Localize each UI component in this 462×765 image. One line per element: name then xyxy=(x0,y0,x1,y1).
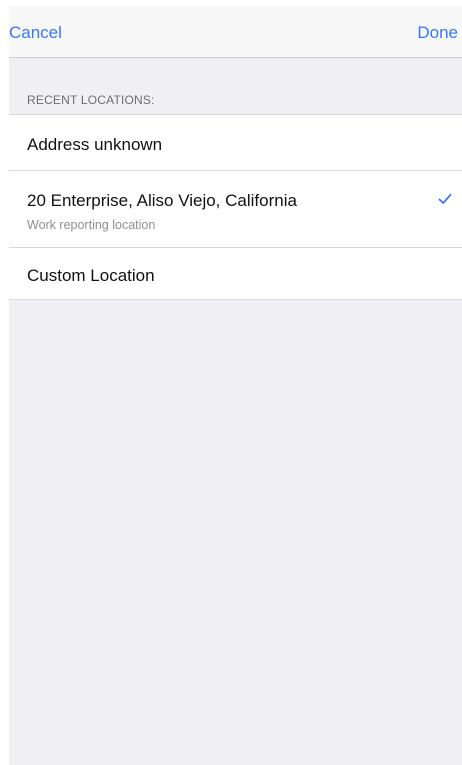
location-subtitle: Work reporting location xyxy=(27,218,156,232)
location-picker-screen: Cancel Done RECENT LOCATIONS: Address un… xyxy=(9,6,462,765)
cancel-button[interactable]: Cancel xyxy=(9,22,62,44)
location-title: Address unknown xyxy=(27,135,163,154)
recent-locations-header: RECENT LOCATIONS: xyxy=(27,93,155,107)
done-button[interactable]: Done xyxy=(417,22,458,44)
navigation-bar: Cancel Done xyxy=(9,6,462,58)
checkmark-icon xyxy=(438,193,452,204)
location-row-address-unknown[interactable]: Address unknown xyxy=(9,115,462,170)
location-row-custom[interactable]: Custom Location xyxy=(9,247,462,299)
location-title: 20 Enterprise, Aliso Viejo, California xyxy=(27,191,297,210)
location-title: Custom Location xyxy=(27,266,155,285)
recent-locations-list: Address unknown 20 Enterprise, Aliso Vie… xyxy=(9,114,462,300)
location-row-work[interactable]: 20 Enterprise, Aliso Viejo, California W… xyxy=(9,170,462,247)
